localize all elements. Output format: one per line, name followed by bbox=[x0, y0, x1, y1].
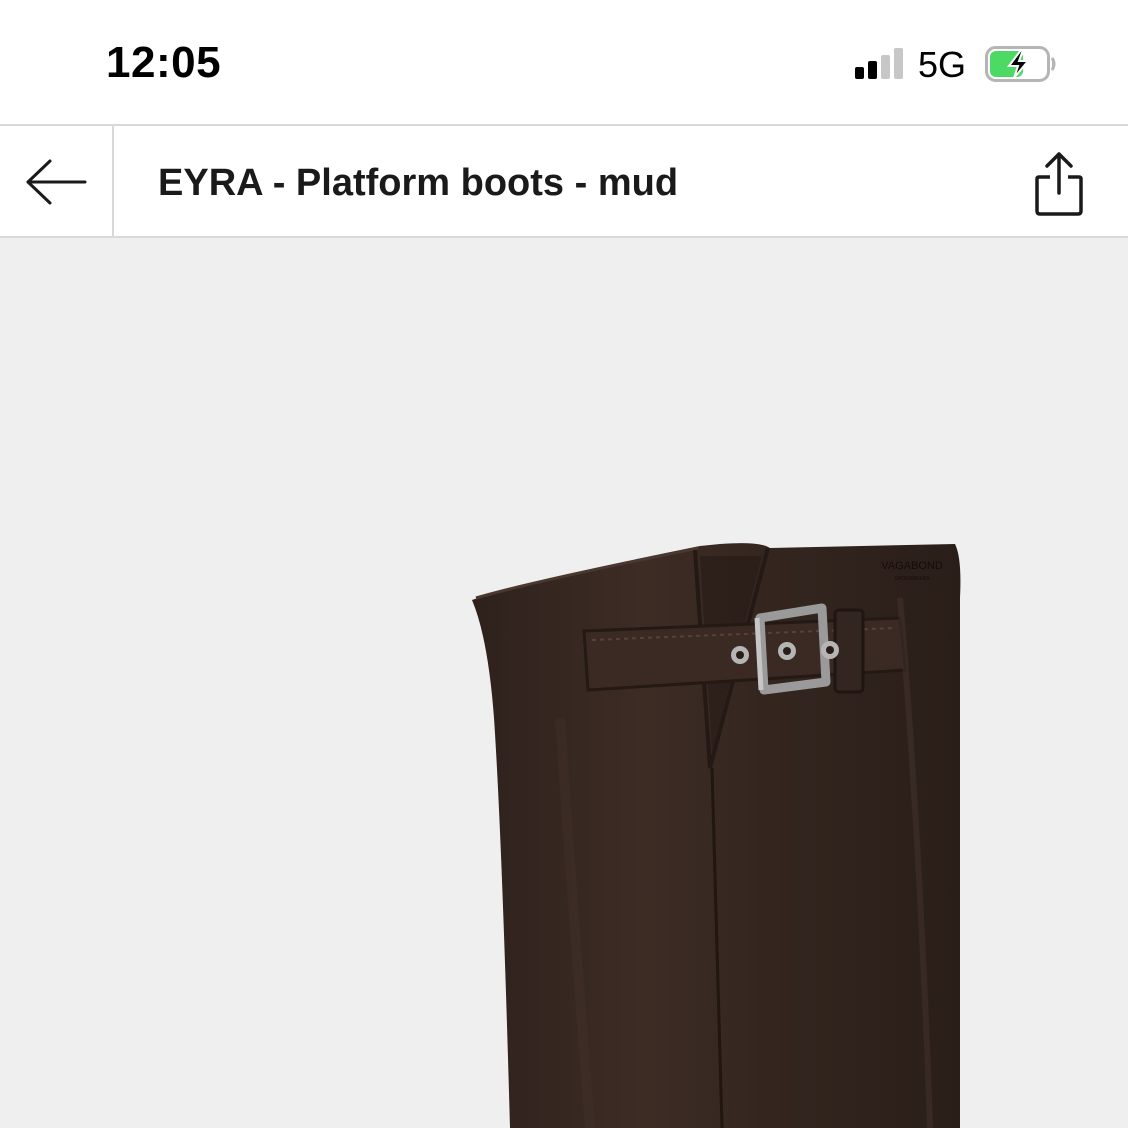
signal-icon bbox=[855, 47, 907, 79]
brand-mark: VAGABOND bbox=[881, 560, 943, 572]
back-button[interactable] bbox=[0, 126, 114, 238]
brand-sub: SHOEMAKERS bbox=[894, 576, 930, 582]
nav-bar: EYRA - Platform boots - mud bbox=[0, 124, 1128, 238]
page-title: EYRA - Platform boots - mud bbox=[158, 162, 679, 204]
share-icon bbox=[1035, 152, 1083, 216]
status-time: 12:05 bbox=[106, 38, 222, 87]
boot-image: VAGABOND SHOEMAKERS bbox=[472, 543, 961, 1128]
product-image-area[interactable]: VAGABOND SHOEMAKERS bbox=[0, 238, 1128, 1128]
status-bar: 12:05 5G bbox=[0, 0, 1128, 124]
arrow-left-icon bbox=[26, 159, 87, 205]
network-label: 5G bbox=[918, 44, 967, 85]
share-button[interactable] bbox=[1024, 146, 1094, 222]
battery-charging-icon bbox=[985, 46, 1056, 82]
